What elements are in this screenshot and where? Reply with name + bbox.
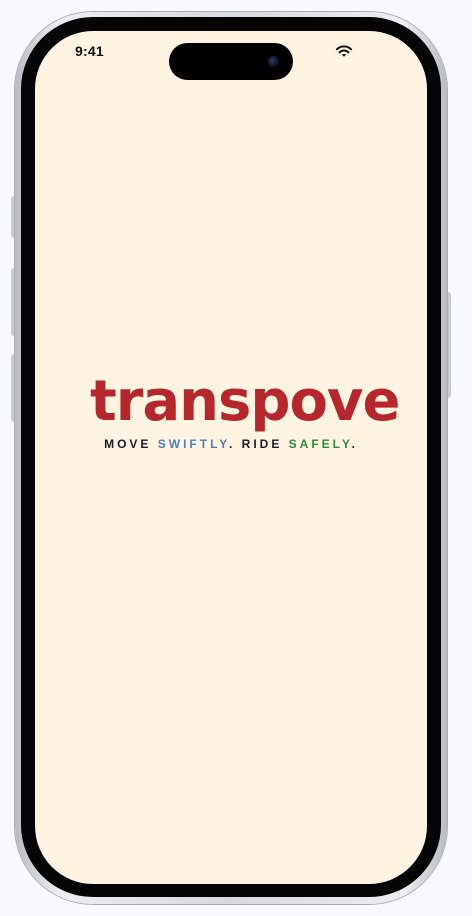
tagline-part-ride: . RIDE (228, 437, 289, 451)
splash-screen: 9:41 transpove MOVE SWIFTLY. RIDE SAFELY… (35, 31, 427, 884)
tagline-part-move: MOVE (104, 437, 158, 451)
dynamic-island (169, 43, 293, 80)
front-camera-icon (268, 56, 279, 67)
app-logo: transpove (90, 371, 400, 437)
wifi-icon (335, 45, 353, 57)
status-time: 9:41 (75, 43, 104, 59)
logo-wordmark: transpove (90, 369, 400, 434)
tagline: MOVE SWIFTLY. RIDE SAFELY. (35, 437, 427, 451)
tagline-part-dot: . (351, 437, 358, 451)
tagline-part-safely: SAFELY (288, 437, 352, 451)
device-stage: 9:41 transpove MOVE SWIFTLY. RIDE SAFELY… (0, 0, 472, 916)
tagline-part-swiftly: SWIFTLY (157, 437, 229, 451)
